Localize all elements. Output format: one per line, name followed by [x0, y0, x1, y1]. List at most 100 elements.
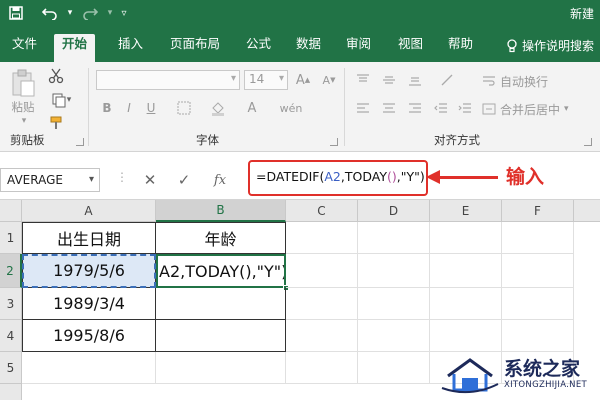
cell-d1[interactable] [358, 222, 430, 254]
cell-d5[interactable] [358, 352, 430, 384]
align-top-icon[interactable] [352, 70, 374, 90]
row-header-6[interactable] [0, 384, 22, 400]
align-middle-icon[interactable] [378, 70, 400, 90]
window-title: 新建 [569, 7, 594, 21]
cell-a5[interactable] [22, 352, 156, 384]
italic-icon[interactable]: I [120, 98, 138, 118]
cell-b4[interactable] [156, 320, 286, 352]
cell-e1[interactable] [430, 222, 502, 254]
cell-e3[interactable] [430, 288, 502, 320]
undo-dropdown-icon[interactable]: ▾ [60, 3, 80, 23]
cell-d2[interactable] [358, 254, 430, 288]
watermark-brand: 系统之家 [504, 358, 581, 380]
insert-function-icon[interactable]: fx [206, 168, 234, 192]
cell-a3[interactable]: 1989/3/4 [22, 288, 156, 320]
cell-f2[interactable] [502, 254, 574, 288]
font-color-icon[interactable]: A [240, 98, 264, 118]
align-center-icon[interactable] [378, 98, 400, 118]
column-header-d[interactable]: D [358, 200, 430, 222]
cell-c4[interactable] [286, 320, 358, 352]
align-left-icon[interactable] [352, 98, 374, 118]
align-bottom-icon[interactable] [404, 70, 426, 90]
cell-f3[interactable] [502, 288, 574, 320]
column-header-e[interactable]: E [430, 200, 502, 222]
borders-icon[interactable] [172, 98, 196, 118]
customize-qat-icon[interactable]: ▿ [114, 3, 134, 23]
wrap-text-label: 自动换行 [500, 74, 549, 89]
tab-data[interactable]: 数据 [288, 34, 329, 62]
cancel-icon[interactable]: ✕ [136, 168, 164, 192]
font-size-combo[interactable]: 14 ▾ [244, 70, 288, 90]
cell-e4[interactable] [430, 320, 502, 352]
tab-insert[interactable]: 插入 [110, 34, 151, 62]
formula-input[interactable]: =DATEDIF(A2,TODAY(),"Y") [248, 160, 428, 196]
paste-button[interactable]: 粘贴 [8, 100, 38, 114]
cell-b2[interactable]: A2,TODAY(),"Y") [156, 254, 286, 288]
undo-icon[interactable] [40, 3, 60, 23]
copy-icon[interactable]: ▾ [46, 90, 76, 110]
decrease-indent-icon[interactable] [430, 98, 452, 118]
cell-b5[interactable] [156, 352, 286, 384]
column-header-g[interactable] [574, 200, 600, 222]
watermark-url: XITONGZHIJIA.NET [504, 380, 587, 390]
tab-help[interactable]: 帮助 [440, 34, 481, 62]
select-all-corner[interactable] [0, 200, 22, 222]
cell-e2[interactable] [430, 254, 502, 288]
cell-c3[interactable] [286, 288, 358, 320]
row-header-4[interactable]: 4 [0, 320, 22, 352]
column-header-b[interactable]: B [156, 200, 286, 222]
name-box[interactable]: AVERAGE ▾ [0, 168, 100, 192]
font-name-combo[interactable]: ▾ [96, 70, 240, 90]
cell-c2[interactable] [286, 254, 358, 288]
row-header-1[interactable]: 1 [0, 222, 22, 254]
cell-a1[interactable]: 出生日期 [22, 222, 156, 254]
redo-icon[interactable] [80, 3, 100, 23]
chevron-down-icon: ▾ [88, 174, 94, 185]
cell-a4[interactable]: 1995/8/6 [22, 320, 156, 352]
row-header-3[interactable]: 3 [0, 288, 22, 320]
phonetic-icon[interactable]: wén [276, 98, 306, 118]
cell-f1[interactable] [502, 222, 574, 254]
alignment-launcher-icon[interactable] [584, 138, 592, 146]
wrap-text-button[interactable]: 自动换行 [482, 72, 548, 90]
orientation-icon[interactable] [434, 70, 462, 90]
save-icon[interactable] [6, 3, 26, 23]
tab-review[interactable]: 审阅 [338, 34, 379, 62]
cell-d3[interactable] [358, 288, 430, 320]
paste-icon[interactable] [8, 66, 38, 100]
paste-dropdown-icon[interactable]: ▾ [12, 116, 36, 126]
enter-icon[interactable]: ✓ [170, 168, 198, 192]
tab-file[interactable]: 文件 [4, 34, 45, 62]
cell-c1[interactable] [286, 222, 358, 254]
font-launcher-icon[interactable] [330, 138, 338, 146]
bold-icon[interactable]: B [98, 98, 116, 118]
cell-d4[interactable] [358, 320, 430, 352]
decrease-font-icon[interactable]: A ▼ [318, 70, 340, 90]
cell-a2[interactable]: 1979/5/6 [22, 254, 156, 288]
cut-icon[interactable] [46, 66, 66, 86]
cell-b3[interactable] [156, 288, 286, 320]
increase-indent-icon[interactable] [454, 98, 476, 118]
format-painter-icon[interactable] [46, 114, 66, 132]
tab-home[interactable]: 开始 [54, 34, 96, 62]
name-box-value: AVERAGE [7, 173, 63, 187]
row-header-5[interactable]: 5 [0, 352, 22, 384]
column-header-f[interactable]: F [502, 200, 574, 222]
tell-me-search[interactable]: 操作说明搜索 [506, 37, 594, 54]
underline-icon[interactable]: U [142, 98, 160, 118]
column-header-c[interactable]: C [286, 200, 358, 222]
cell-b1[interactable]: 年龄 [156, 222, 286, 254]
fill-color-icon[interactable] [206, 98, 230, 118]
tab-view[interactable]: 视图 [390, 34, 431, 62]
formula-prefix: =DATEDIF( [256, 169, 325, 184]
tab-formulas[interactable]: 公式 [238, 34, 279, 62]
increase-font-icon[interactable]: A ▲ [292, 70, 314, 90]
row-header-2[interactable]: 2 [0, 254, 22, 288]
column-header-a[interactable]: A [22, 200, 156, 222]
cell-f4[interactable] [502, 320, 574, 352]
cell-c5[interactable] [286, 352, 358, 384]
tab-page-layout[interactable]: 页面布局 [162, 34, 228, 62]
clipboard-launcher-icon[interactable] [76, 138, 84, 146]
align-right-icon[interactable] [404, 98, 426, 118]
merge-center-button[interactable]: 合并后居中 ▾ [482, 100, 569, 118]
